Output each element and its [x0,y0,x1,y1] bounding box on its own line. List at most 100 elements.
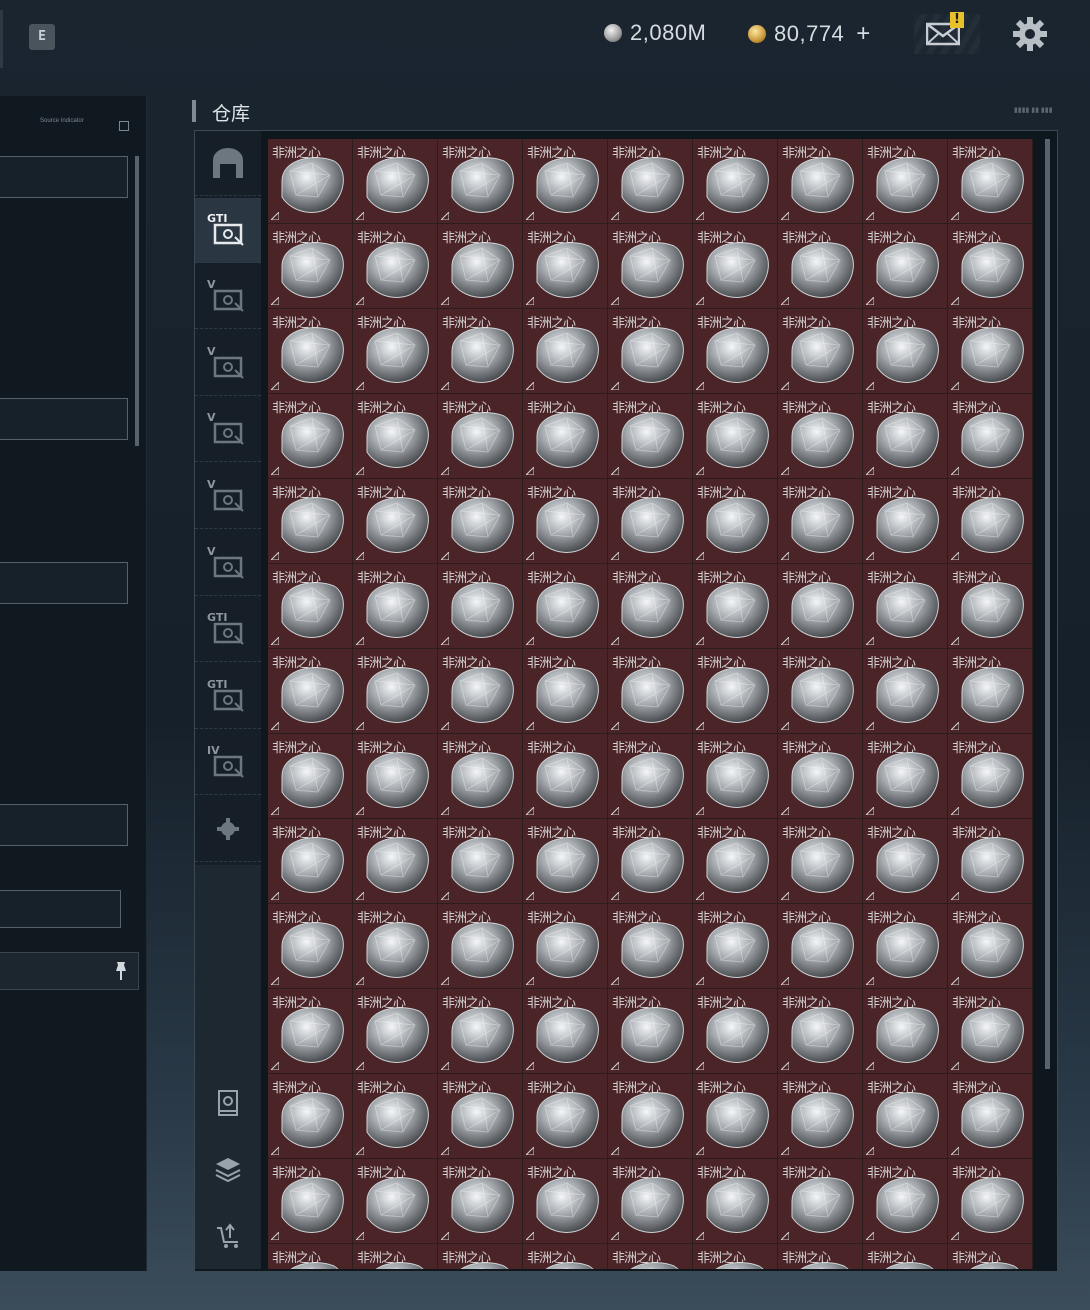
item-slot-heart-of-africa[interactable]: 非洲之心 [948,904,1033,989]
item-slot-heart-of-africa[interactable]: 非洲之心 [863,989,948,1074]
item-slot-heart-of-africa[interactable]: 非洲之心 [438,904,523,989]
item-slot-heart-of-africa[interactable]: 非洲之心 [438,564,523,649]
item-slot-heart-of-africa[interactable]: 非洲之心 [438,309,523,394]
left-slot-5[interactable] [0,890,121,928]
tab-v-case-2[interactable]: V [195,264,261,330]
item-slot-heart-of-africa[interactable]: 非洲之心 [948,564,1033,649]
left-panel-scrollbar[interactable] [135,156,139,446]
item-slot-heart-of-africa[interactable]: 非洲之心 [863,649,948,734]
item-slot-heart-of-africa[interactable]: 非洲之心 [608,139,693,224]
item-slot-heart-of-africa[interactable]: 非洲之心 [523,904,608,989]
item-slot-heart-of-africa[interactable]: 非洲之心 [608,394,693,479]
item-slot-heart-of-africa[interactable]: 非洲之心 [523,309,608,394]
tab-v-case-3[interactable]: V [195,331,261,396]
item-slot-heart-of-africa[interactable]: 非洲之心 [948,734,1033,819]
item-slot-heart-of-africa[interactable]: 非洲之心 [863,904,948,989]
item-slot-heart-of-africa[interactable]: 非洲之心 [608,989,693,1074]
item-slot-heart-of-africa[interactable]: 非洲之心 [693,819,778,904]
item-slot-heart-of-africa[interactable]: 非洲之心 [268,1074,353,1159]
item-slot-heart-of-africa[interactable]: 非洲之心 [268,309,353,394]
item-slot-heart-of-africa[interactable]: 非洲之心 [948,139,1033,224]
tab-gti-bag-7[interactable]: GTI [195,597,261,663]
item-slot-heart-of-africa[interactable]: 非洲之心 [523,734,608,819]
item-slot-heart-of-africa[interactable]: 非洲之心 [863,1244,948,1269]
item-slot-heart-of-africa[interactable]: 非洲之心 [523,1244,608,1269]
item-slot-heart-of-africa[interactable]: 非洲之心 [608,734,693,819]
item-slot-heart-of-africa[interactable]: 非洲之心 [778,649,863,734]
item-slot-heart-of-africa[interactable]: 非洲之心 [778,479,863,564]
left-panel-checkbox[interactable] [119,121,129,131]
item-slot-heart-of-africa[interactable]: 非洲之心 [608,479,693,564]
item-slot-heart-of-africa[interactable]: 非洲之心 [608,649,693,734]
item-slot-heart-of-africa[interactable]: 非洲之心 [353,649,438,734]
item-slot-heart-of-africa[interactable]: 非洲之心 [948,224,1033,309]
item-slot-heart-of-africa[interactable]: 非洲之心 [438,394,523,479]
item-slot-heart-of-africa[interactable]: 非洲之心 [778,564,863,649]
tab-gti-box-8[interactable]: GTI [195,664,261,729]
item-slot-heart-of-africa[interactable]: 非洲之心 [438,224,523,309]
item-slot-heart-of-africa[interactable]: 非洲之心 [948,1159,1033,1244]
item-slot-heart-of-africa[interactable]: 非洲之心 [353,1244,438,1269]
item-slot-heart-of-africa[interactable]: 非洲之心 [523,224,608,309]
tab-v-case-5[interactable]: V [195,464,261,529]
item-slot-heart-of-africa[interactable]: 非洲之心 [778,1159,863,1244]
item-slot-heart-of-africa[interactable]: 非洲之心 [353,479,438,564]
item-slot-heart-of-africa[interactable]: 非洲之心 [778,224,863,309]
item-slot-heart-of-africa[interactable]: 非洲之心 [438,1074,523,1159]
item-slot-heart-of-africa[interactable]: 非洲之心 [693,479,778,564]
item-slot-heart-of-africa[interactable]: 非洲之心 [268,904,353,989]
item-slot-heart-of-africa[interactable]: 非洲之心 [693,1159,778,1244]
tab-gear-10[interactable] [195,797,261,862]
item-slot-heart-of-africa[interactable]: 非洲之心 [523,819,608,904]
item-slot-heart-of-africa[interactable]: 非洲之心 [353,1074,438,1159]
item-slot-heart-of-africa[interactable]: 非洲之心 [778,734,863,819]
item-slot-heart-of-africa[interactable]: 非洲之心 [523,394,608,479]
item-slot-heart-of-africa[interactable]: 非洲之心 [948,479,1033,564]
warehouse-scrollbar[interactable] [1045,139,1050,1069]
item-slot-heart-of-africa[interactable]: 非洲之心 [438,649,523,734]
tab-warehouse-0[interactable] [195,131,261,196]
item-slot-heart-of-africa[interactable]: 非洲之心 [778,394,863,479]
item-slot-heart-of-africa[interactable]: 非洲之心 [268,1244,353,1269]
item-slot-heart-of-africa[interactable]: 非洲之心 [608,1244,693,1269]
item-slot-heart-of-africa[interactable]: 非洲之心 [778,989,863,1074]
tab-iv-box-9[interactable]: IV [195,730,261,796]
item-slot-heart-of-africa[interactable]: 非洲之心 [948,394,1033,479]
item-slot-heart-of-africa[interactable]: 非洲之心 [863,819,948,904]
item-slot-heart-of-africa[interactable]: 非洲之心 [608,904,693,989]
item-slot-heart-of-africa[interactable]: 非洲之心 [353,904,438,989]
item-slot-heart-of-africa[interactable]: 非洲之心 [353,989,438,1074]
item-slot-heart-of-africa[interactable]: 非洲之心 [268,564,353,649]
item-slot-heart-of-africa[interactable]: 非洲之心 [693,394,778,479]
mail-button[interactable]: ! [914,12,980,54]
item-slot-heart-of-africa[interactable]: 非洲之心 [608,1074,693,1159]
item-slot-heart-of-africa[interactable]: 非洲之心 [438,819,523,904]
item-slot-heart-of-africa[interactable]: 非洲之心 [863,1074,948,1159]
item-slot-heart-of-africa[interactable]: 非洲之心 [438,989,523,1074]
item-slot-heart-of-africa[interactable]: 非洲之心 [438,734,523,819]
item-slot-heart-of-africa[interactable]: 非洲之心 [438,1159,523,1244]
item-slot-heart-of-africa[interactable]: 非洲之心 [523,564,608,649]
item-slot-heart-of-africa[interactable]: 非洲之心 [863,479,948,564]
item-slot-heart-of-africa[interactable]: 非洲之心 [353,564,438,649]
stack-button[interactable] [195,1137,261,1201]
item-slot-heart-of-africa[interactable]: 非洲之心 [693,734,778,819]
item-slot-heart-of-africa[interactable]: 非洲之心 [353,734,438,819]
item-slot-heart-of-africa[interactable]: 非洲之心 [523,989,608,1074]
left-slot-1[interactable] [0,156,128,198]
item-slot-heart-of-africa[interactable]: 非洲之心 [353,394,438,479]
item-slot-heart-of-africa[interactable]: 非洲之心 [438,479,523,564]
item-slot-heart-of-africa[interactable]: 非洲之心 [948,1074,1033,1159]
item-slot-heart-of-africa[interactable]: 非洲之心 [523,1159,608,1244]
item-slot-heart-of-africa[interactable]: 非洲之心 [948,1244,1033,1269]
item-slot-heart-of-africa[interactable]: 非洲之心 [863,564,948,649]
settings-gear-icon[interactable] [1010,14,1050,54]
left-slot-4[interactable] [0,804,128,846]
item-slot-heart-of-africa[interactable]: 非洲之心 [778,819,863,904]
item-slot-heart-of-africa[interactable]: 非洲之心 [948,819,1033,904]
tab-gti-case-1[interactable]: GTI [195,197,261,263]
item-slot-heart-of-africa[interactable]: 非洲之心 [778,139,863,224]
item-slot-heart-of-africa[interactable]: 非洲之心 [268,224,353,309]
item-slot-heart-of-africa[interactable]: 非洲之心 [608,819,693,904]
hotkey-e-badge[interactable]: E [29,24,55,50]
